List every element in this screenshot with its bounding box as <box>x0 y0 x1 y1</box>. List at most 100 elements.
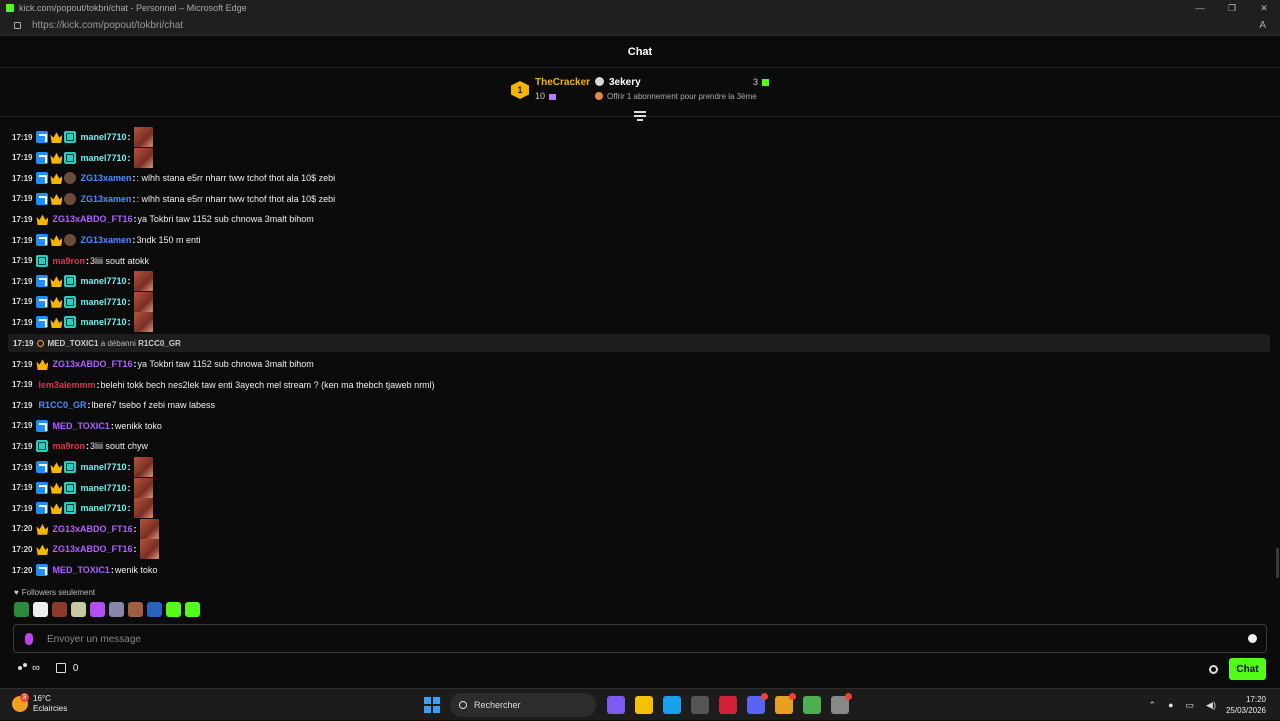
quick-emote[interactable] <box>52 602 67 617</box>
staff-badge-icon[interactable] <box>36 172 49 185</box>
mic-tray-icon[interactable]: ● <box>1168 700 1173 710</box>
staff-badge-icon[interactable] <box>36 234 49 246</box>
message-username[interactable]: MED_TOXIC1 <box>52 565 109 575</box>
crown-badge-icon[interactable] <box>50 482 63 494</box>
close-button[interactable]: ✕ <box>1248 0 1280 16</box>
og-badge-icon[interactable] <box>64 151 77 164</box>
staff-badge-icon[interactable] <box>36 275 49 288</box>
avatar-badge-icon[interactable] <box>64 234 77 246</box>
taskbar-app-icon[interactable] <box>831 693 852 714</box>
emote-image[interactable] <box>133 498 153 519</box>
crown-badge-icon[interactable] <box>50 173 63 185</box>
taskbar-search[interactable]: Rechercher <box>450 693 596 717</box>
crown-badge-icon[interactable] <box>36 359 49 370</box>
url-text[interactable]: https://kick.com/popout/tokbri/chat <box>32 20 183 31</box>
crown-badge-icon[interactable] <box>36 214 49 226</box>
volume-icon[interactable]: ◀) <box>1206 700 1216 711</box>
taskbar-app-icon[interactable] <box>775 693 796 714</box>
chevron-up-icon[interactable]: ⌃ <box>1149 700 1157 711</box>
chat-scrollbar[interactable] <box>1276 548 1279 578</box>
quick-emote[interactable] <box>90 602 105 617</box>
clock[interactable]: 17:20 25/03/2026 <box>1226 694 1266 716</box>
offer-text[interactable]: Offrir 1 abonnement pour prendre la 3ème <box>607 92 757 101</box>
crown-badge-icon[interactable] <box>50 235 63 246</box>
message-input-box[interactable] <box>13 624 1267 653</box>
pinned-user[interactable]: 3ekery <box>595 77 641 88</box>
settings-gear-icon[interactable] <box>1209 665 1218 674</box>
message-username[interactable]: manel7710 <box>80 297 126 307</box>
og-badge-icon[interactable] <box>36 440 49 453</box>
crown-badge-icon[interactable] <box>50 317 63 329</box>
message-username[interactable]: ZG13xABDO_FT16 <box>52 214 132 224</box>
staff-badge-icon[interactable] <box>36 502 49 515</box>
offer-sub-link[interactable]: Offrir 1 abonnement pour prendre la 3ème <box>595 92 757 101</box>
og-badge-icon[interactable] <box>36 254 49 267</box>
emote-image[interactable] <box>133 127 153 147</box>
og-badge-icon[interactable] <box>64 131 77 143</box>
staff-badge-icon[interactable] <box>36 564 49 576</box>
network-icon[interactable]: ▭ <box>1186 700 1195 711</box>
quick-emote[interactable] <box>71 602 86 617</box>
emote-image[interactable] <box>133 147 153 168</box>
lock-icon[interactable] <box>14 22 21 29</box>
crown-badge-icon[interactable] <box>50 462 63 473</box>
taskbar-app-icon[interactable] <box>803 696 821 714</box>
emote-image[interactable] <box>133 477 153 498</box>
system-target[interactable]: R1CC0_GR <box>138 339 181 348</box>
staff-badge-icon[interactable] <box>36 461 49 473</box>
og-badge-icon[interactable] <box>64 275 77 288</box>
og-badge-icon[interactable] <box>64 295 77 308</box>
minimize-button[interactable]: — <box>1184 0 1216 16</box>
og-badge-icon[interactable] <box>64 461 77 473</box>
message-username[interactable]: manel7710 <box>80 483 126 493</box>
avatar-badge-icon[interactable] <box>64 192 77 205</box>
og-badge-icon[interactable] <box>64 316 77 329</box>
message-username[interactable]: ZG13xABDO_FT16 <box>52 359 132 369</box>
og-badge-icon[interactable] <box>64 481 77 494</box>
message-username[interactable]: R1CC0_GR <box>38 400 86 410</box>
start-button-icon[interactable] <box>424 697 440 713</box>
top-gifter-name[interactable]: TheCracker <box>535 77 590 88</box>
message-username[interactable]: ZG13xABDO_FT16 <box>52 544 132 554</box>
mic-icon[interactable] <box>25 633 33 645</box>
crown-badge-icon[interactable] <box>50 503 63 515</box>
restore-button[interactable]: ❐ <box>1216 0 1248 16</box>
staff-badge-icon[interactable] <box>36 151 49 164</box>
quick-emote[interactable] <box>128 602 143 617</box>
crown-badge-icon[interactable] <box>50 276 63 288</box>
quick-emote[interactable] <box>14 602 29 617</box>
quick-emote[interactable] <box>185 602 200 617</box>
address-bar[interactable]: https://kick.com/popout/tokbri/chat A <box>0 16 1280 36</box>
message-username[interactable]: ma9ron <box>52 256 85 266</box>
taskbar-app-icon[interactable] <box>719 696 737 714</box>
emote-image[interactable] <box>133 291 153 312</box>
crown-badge-icon[interactable] <box>36 544 49 556</box>
message-username[interactable]: manel7710 <box>80 132 126 142</box>
send-chat-button[interactable]: Chat <box>1229 658 1266 680</box>
taskbar-app-icon[interactable] <box>747 693 768 714</box>
message-username[interactable]: manel7710 <box>80 317 126 327</box>
taskbar-app-icon[interactable] <box>691 696 709 714</box>
taskbar-app-icon[interactable] <box>635 696 653 714</box>
message-username[interactable]: manel7710 <box>80 276 126 286</box>
staff-badge-icon[interactable] <box>36 131 49 143</box>
message-username[interactable]: ZG13xABDO_FT16 <box>52 524 132 534</box>
crown-badge-icon[interactable] <box>50 296 63 308</box>
quick-emote[interactable] <box>33 602 48 617</box>
read-aloud-icon[interactable]: A <box>1259 20 1266 31</box>
quick-emote[interactable] <box>166 602 181 617</box>
store-icon[interactable] <box>55 663 66 673</box>
staff-badge-icon[interactable] <box>36 316 49 329</box>
message-username[interactable]: manel7710 <box>80 462 126 472</box>
weather-widget[interactable]: 3 16°C Eclaircies <box>12 693 67 714</box>
message-username[interactable]: ZG13xamen <box>80 235 131 245</box>
avatar-badge-icon[interactable] <box>64 172 77 185</box>
taskbar-app-icon[interactable] <box>663 696 681 714</box>
system-actor[interactable]: MED_TOXIC1 <box>47 339 98 348</box>
crown-badge-icon[interactable] <box>36 523 49 535</box>
quick-emote[interactable] <box>147 602 162 617</box>
emote-image[interactable] <box>139 518 159 539</box>
message-username[interactable]: lem3alemmm <box>38 380 95 390</box>
message-username[interactable]: manel7710 <box>80 503 126 513</box>
staff-badge-icon[interactable] <box>36 192 49 205</box>
